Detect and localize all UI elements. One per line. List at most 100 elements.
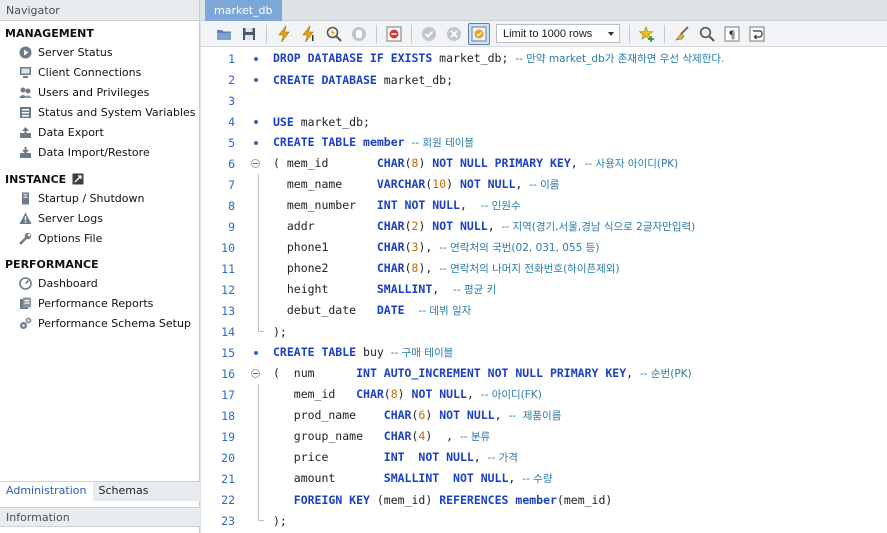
nav-item-label: Dashboard [38,276,98,290]
code-line[interactable]: 23); [201,510,887,531]
code-line[interactable]: 16 ( num INT AUTO_INCREMENT NOT NULL PRIM… [201,363,887,384]
code-line[interactable]: 7 mem_name VARCHAR(10) NOT NULL, -- 이름 [201,174,887,195]
nav-item-data-export[interactable]: Data Export [0,122,199,142]
sql-keyword: CREATE TABLE [273,135,357,149]
open-file-button[interactable] [213,23,235,45]
auto-commit-toggle-button[interactable] [468,22,490,45]
nav-item-startup-shutdown[interactable]: Startup / Shutdown [0,188,199,208]
sql-text: market_db; [293,114,370,129]
nav-item-performance-reports[interactable]: Performance Reports [0,293,199,313]
nav-item-server-status[interactable]: Server Status [0,42,199,62]
stop-execution-button[interactable] [348,23,370,45]
sql-keyword: USE [273,114,294,129]
code-line[interactable]: 21 amount SMALLINT NOT NULL, -- 수량 [201,468,887,489]
rollback-button[interactable] [443,23,465,45]
code-line[interactable]: 18 prod_name CHAR(6) NOT NULL, -- 제품이름 [201,405,887,426]
code-line[interactable]: 20 price INT NOT NULL, -- 가격 [201,447,887,468]
sql-comment: -- 데뷔 일자 [418,305,472,317]
nav-item-server-logs[interactable]: Server Logs [0,208,199,228]
sql-text: mem_name [273,177,377,191]
code-line[interactable]: 2 CREATE DATABASE market_db; [201,69,887,90]
code-line[interactable]: 5 CREATE TABLE member -- 회원 테이블 [201,132,887,153]
code-line[interactable]: 9 addr CHAR(2) NOT NULL, -- 지역(경기,서울,경남 … [201,216,887,237]
code-line[interactable]: 6 ( mem_id CHAR(8) NOT NULL PRIMARY KEY, … [201,153,887,174]
explain-button[interactable] [323,23,345,45]
nav-item-options-file[interactable]: Options File [0,228,199,248]
sql-text: phone1 [273,240,377,254]
row-limit-select[interactable]: Limit to 1000 rows [496,24,620,43]
sql-comment: -- 제품이름 [508,410,562,422]
sql-keyword: member [515,492,557,507]
wrench-icon [18,231,32,245]
fold-guide-gutter [237,489,273,510]
section-title-instance: INSTANCE [0,166,199,188]
sql-text: , [487,219,502,233]
gutter-marker [237,48,273,69]
sql-text: ( [404,261,412,275]
code-text: mem_id CHAR(8) NOT NULL, -- 아이디(FK) [273,387,542,402]
nav-item-users-privileges[interactable]: Users and Privileges [0,82,199,102]
sql-editor-area: market_db Limit to 1000 rows ¶ 1 DROP DAT… [201,0,887,533]
sql-text: , [466,387,481,401]
sql-keyword: CHAR [383,408,412,422]
sql-keyword: NOT NULL PRIMARY KEY [432,156,571,170]
code-line[interactable]: 14); [201,321,887,342]
navigator-tabs: Administration Schemas [0,481,200,501]
section-title-performance: PERFORMANCE [5,258,99,271]
nav-item-dashboard[interactable]: Dashboard [0,273,199,293]
search-icon [699,26,715,42]
nav-item-status-variables[interactable]: Status and System Variables [0,102,199,122]
code-line[interactable]: 12 height SMALLINT, -- 평균 키 [201,279,887,300]
sql-text: , [459,198,481,212]
code-line[interactable]: 13 debut_date DATE -- 데뷔 일자 [201,300,887,321]
sql-keyword: VARCHAR [376,177,426,191]
sql-text: buy [356,345,391,359]
magnifier-lightning-icon [326,26,342,42]
code-line[interactable]: 17 mem_id CHAR(8) NOT NULL, -- 아이디(FK) [201,384,887,405]
toggle-stop-on-error-button[interactable] [383,23,405,45]
toolbar-separator [411,24,412,43]
code-line[interactable]: 4 USE market_db; [201,111,887,132]
sql-text: ( [383,387,391,401]
execute-statement-button[interactable] [298,23,320,45]
line-number: 1 [228,51,235,66]
code-line[interactable]: 1 DROP DATABASE IF EXISTS market_db; -- 만… [201,48,887,69]
find-replace-button[interactable] [696,23,718,45]
nav-item-data-import[interactable]: Data Import/Restore [0,142,199,162]
code-line[interactable]: 10 phone1 CHAR(3), -- 연락처의 국번(02, 031, 0… [201,237,887,258]
code-line[interactable]: 8 mem_number INT NOT NULL, -- 인원수 [201,195,887,216]
query-tab-market-db[interactable]: market_db [205,0,282,21]
sql-keyword: CHAR [376,156,405,170]
fold-end-guide [257,510,264,521]
commit-button[interactable] [418,23,440,45]
code-line[interactable]: 11 phone2 CHAR(8), -- 연락처의 나머지 전화번호(하이픈제… [201,258,887,279]
beautify-button[interactable] [671,23,693,45]
nav-item-performance-schema-setup[interactable]: Performance Schema Setup [0,313,199,333]
code-editor[interactable]: 1 DROP DATABASE IF EXISTS market_db; -- 만… [201,48,887,533]
code-line[interactable]: 15 CREATE TABLE buy -- 구매 테이블 [201,342,887,363]
add-snippet-button[interactable] [636,23,658,45]
toggle-word-wrap-button[interactable] [746,23,768,45]
sql-keyword: FOREIGN KEY [293,492,370,507]
fold-collapse-icon[interactable] [250,159,260,168]
tab-schemas[interactable]: Schemas [92,482,155,501]
fold-guide-gutter [237,447,273,468]
fold-collapse-icon[interactable] [250,369,260,378]
code-text: addr CHAR(2) NOT NULL, -- 지역(경기,서울,경남 식으… [273,219,695,234]
nav-item-client-connections[interactable]: Client Connections [0,62,199,82]
execute-all-button[interactable] [273,23,295,45]
sql-comment: -- 연락처의 나머지 전화번호(하이픈제외) [439,263,620,275]
code-line[interactable]: 22 FOREIGN KEY (mem_id) REFERENCES membe… [201,489,887,510]
code-text: mem_number INT NOT NULL, -- 인원수 [273,198,521,213]
sql-text: , [570,156,585,170]
sql-keyword: CHAR [383,429,412,443]
code-text: ); [273,514,287,528]
code-line[interactable]: 3 [201,90,887,111]
tab-administration[interactable]: Administration [0,482,93,501]
toggle-invisible-chars-button[interactable]: ¶ [721,23,743,45]
editor-toolbar: Limit to 1000 rows ¶ [201,21,887,47]
import-icon [18,145,32,159]
code-line[interactable]: 19 group_name CHAR(4) , -- 분류 [201,426,887,447]
save-file-button[interactable] [238,23,260,45]
